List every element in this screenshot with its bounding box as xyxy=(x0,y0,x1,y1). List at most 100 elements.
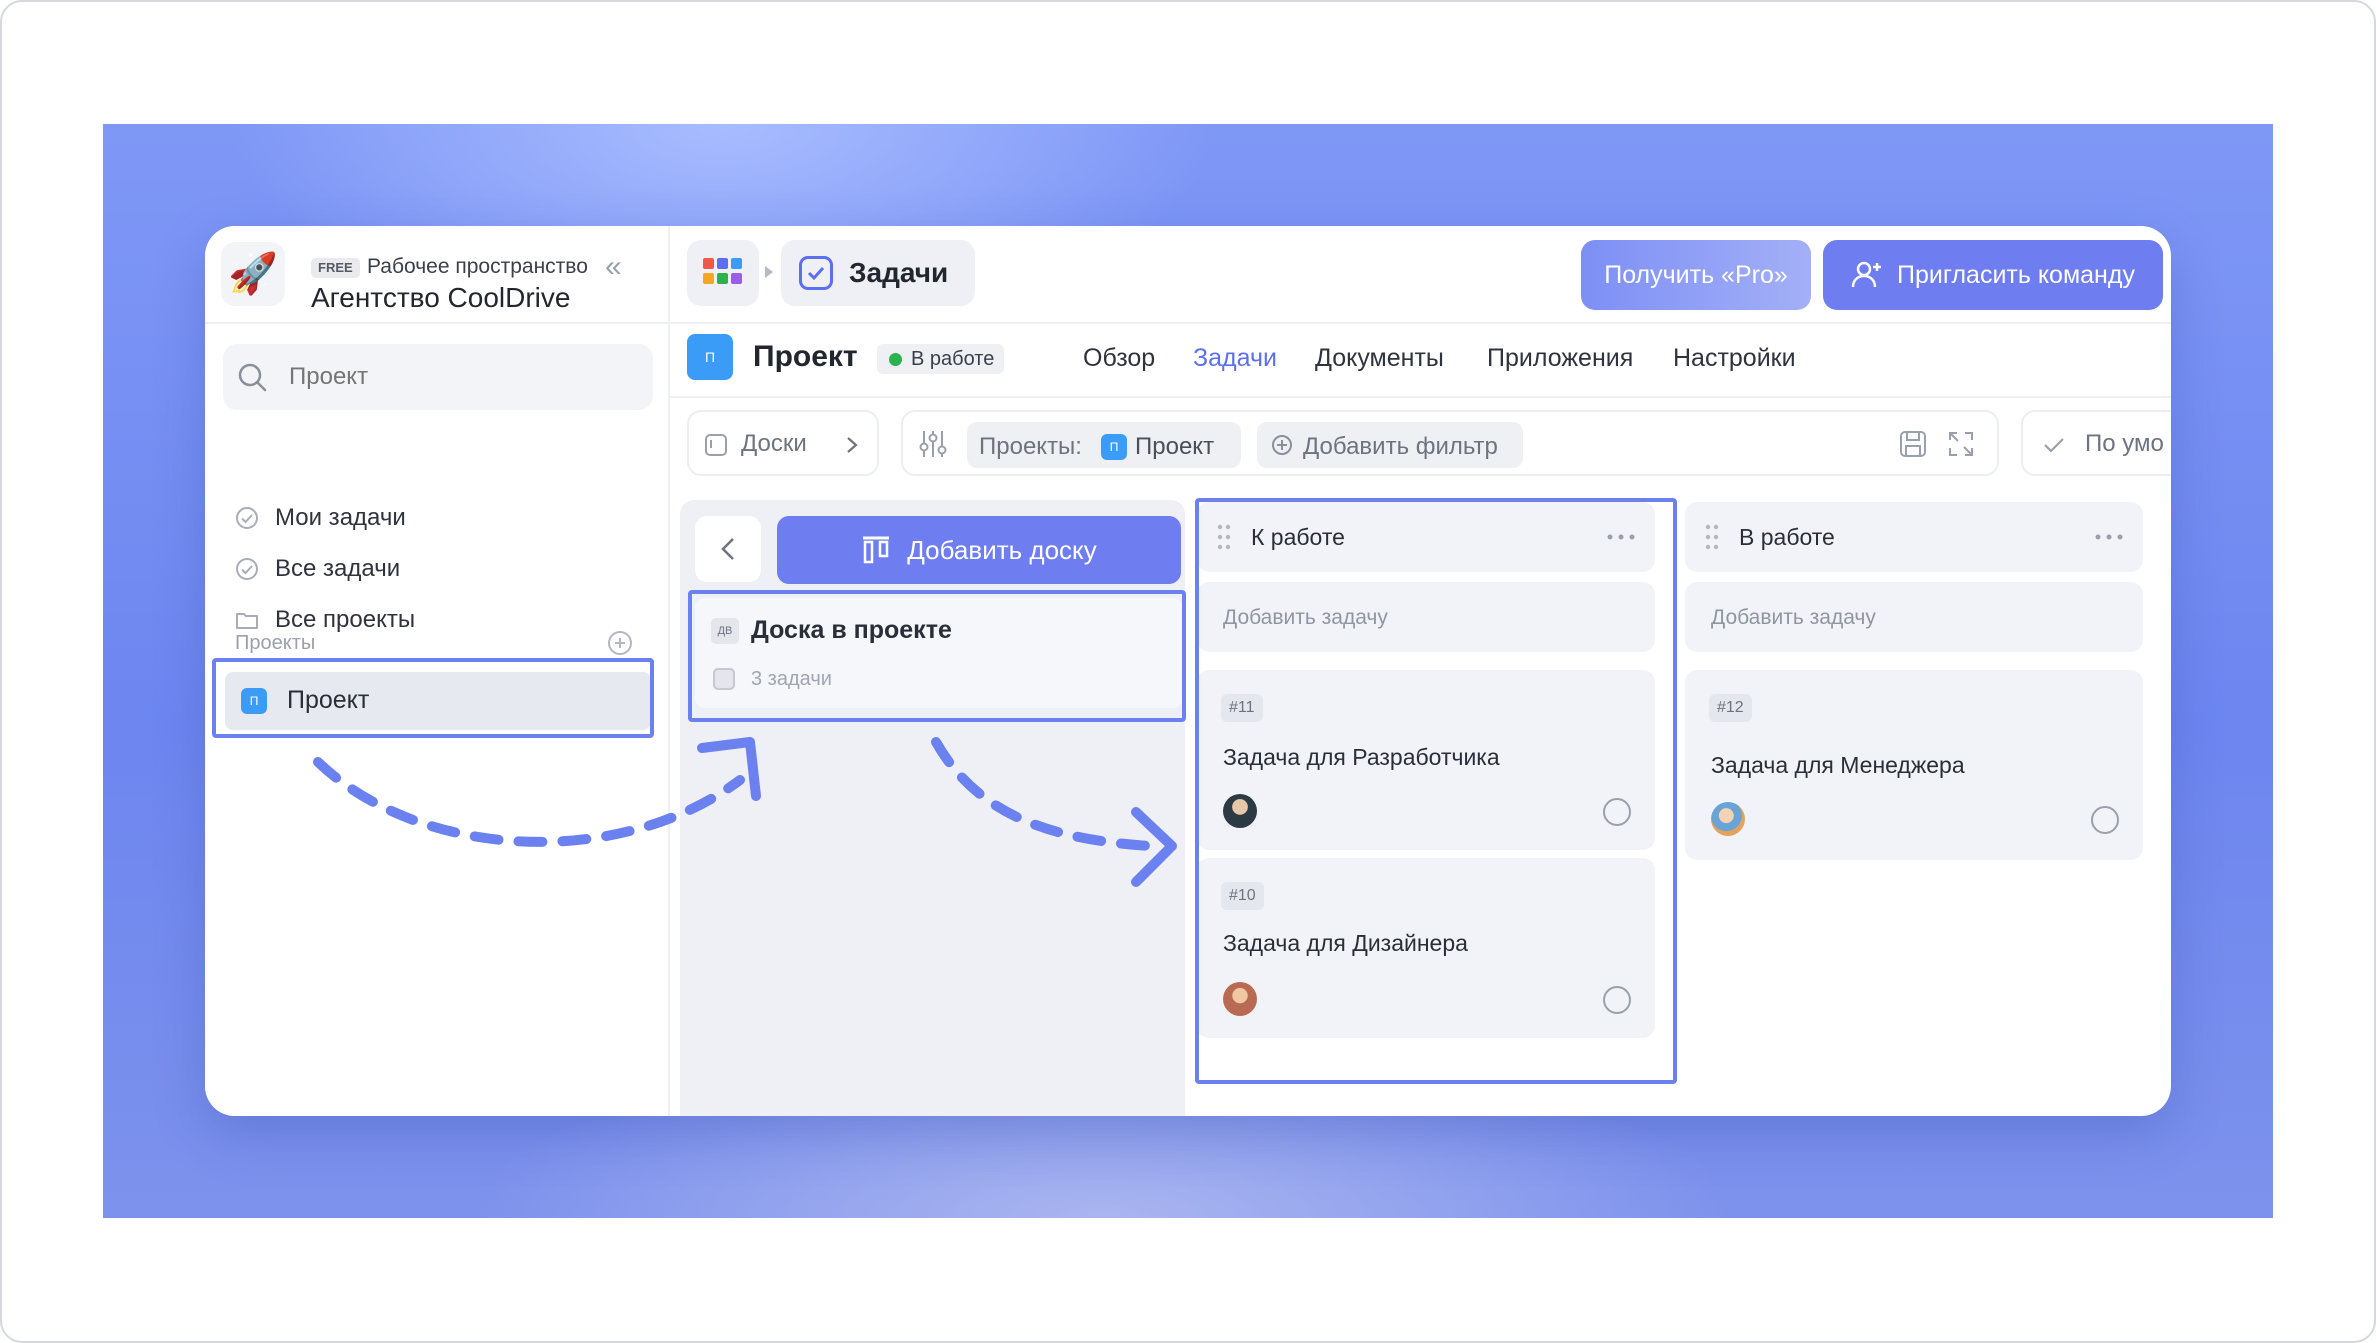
add-filter-button[interactable]: Добавить фильтр xyxy=(1257,422,1523,468)
sidebar: 🚀 FREE Рабочее пространство Агентство Co… xyxy=(205,226,670,1116)
folder-icon xyxy=(236,613,258,629)
project-label: Проект xyxy=(287,686,370,714)
drag-handle-icon[interactable] xyxy=(1705,524,1719,550)
invite-team-button[interactable]: Пригласить команду xyxy=(1823,240,2163,310)
board-card[interactable]: ДВ Доска в проекте 3 задачи xyxy=(695,598,1183,708)
breadcrumb-separator-icon xyxy=(765,266,773,278)
get-pro-button[interactable]: Получить «Pro» xyxy=(1581,240,1811,310)
board-icon xyxy=(705,434,727,456)
boards-panel xyxy=(680,500,1185,1116)
column-title: В работе xyxy=(1739,524,1835,550)
status-badge[interactable]: В работе xyxy=(877,344,1005,374)
plan-badge: FREE xyxy=(311,258,360,278)
filter-value: Проект xyxy=(1135,433,1215,460)
workspace-name: Агентство CoolDrive xyxy=(311,282,571,313)
header-divider xyxy=(670,396,2171,398)
projects-section-label: Проекты xyxy=(235,632,316,654)
board-title: Доска в проекте xyxy=(751,616,952,644)
task-card[interactable]: #12 Задача для Менеджера xyxy=(1685,670,2143,860)
drag-handle-icon[interactable] xyxy=(1217,524,1231,550)
complete-task-toggle[interactable] xyxy=(1603,986,1631,1014)
sidebar-item-all-tasks[interactable]: Все задачи xyxy=(235,549,400,589)
column-header-in-progress[interactable]: В работе xyxy=(1685,502,2143,572)
more-options-icon[interactable] xyxy=(2095,534,2123,540)
chevron-left-icon xyxy=(721,538,734,560)
grid-apps-icon xyxy=(703,258,742,284)
app-window: 🚀 FREE Рабочее пространство Агентство Co… xyxy=(205,226,2171,1116)
sidebar-item-label: Все задачи xyxy=(275,555,401,582)
tab-tasks[interactable]: Задачи xyxy=(1193,344,1277,373)
tab-documents[interactable]: Документы xyxy=(1315,344,1444,373)
filter-bar: Проекты: П Проект Добавить фильтр xyxy=(901,410,1999,476)
sidebar-item-my-tasks[interactable]: Мои задачи xyxy=(235,498,406,538)
add-task-button[interactable]: Добавить задачу xyxy=(1685,582,2143,652)
filter-prefix: Проекты: xyxy=(979,433,1082,460)
rocket-logo-icon: 🚀 xyxy=(221,242,285,306)
topbar-divider xyxy=(670,322,2171,324)
check-icon xyxy=(2044,438,2064,453)
task-card[interactable]: #11 Задача для Разработчика xyxy=(1197,670,1655,850)
plus-circle-icon xyxy=(1272,435,1292,455)
tab-overview[interactable]: Обзор xyxy=(1083,344,1155,373)
add-board-button[interactable]: Добавить доску xyxy=(777,516,1181,584)
add-board-label: Добавить доску xyxy=(907,534,1097,565)
task-title: Задача для Дизайнера xyxy=(1223,930,1468,956)
avatar[interactable] xyxy=(1223,794,1257,828)
task-title: Задача для Менеджера xyxy=(1711,752,1965,778)
workspace-subtitle: Рабочее пространство xyxy=(367,255,588,278)
tab-apps[interactable]: Приложения xyxy=(1487,344,1633,373)
project-filter-chip[interactable]: Проекты: П Проект xyxy=(967,422,1241,468)
add-task-label: Добавить задачу xyxy=(1223,606,1388,629)
column-title: К работе xyxy=(1251,524,1345,550)
task-number: #11 xyxy=(1221,694,1263,722)
sidebar-item-label: Все проекты xyxy=(275,606,416,633)
task-card[interactable]: #10 Задача для Дизайнера xyxy=(1197,858,1655,1038)
board-add-icon xyxy=(863,536,890,564)
complete-task-toggle[interactable] xyxy=(1603,798,1631,826)
board-badge: ДВ xyxy=(711,618,739,644)
check-circle-icon xyxy=(236,507,258,529)
invite-team-label: Пригласить команду xyxy=(1897,260,2135,289)
add-user-icon xyxy=(1851,261,1882,288)
save-icon[interactable] xyxy=(1899,430,1927,458)
workspace-switcher[interactable]: 🚀 FREE Рабочее пространство Агентство Co… xyxy=(217,238,657,313)
tab-tasks-module[interactable]: Задачи xyxy=(781,240,975,306)
boards-label: Доски xyxy=(741,430,807,457)
task-count-icon xyxy=(713,668,735,690)
add-project-icon[interactable] xyxy=(607,630,633,656)
sort-label: По умо xyxy=(2085,430,2164,457)
task-number: #12 xyxy=(1709,694,1752,722)
add-task-label: Добавить задачу xyxy=(1711,606,1876,629)
checkbox-tasks-icon xyxy=(799,256,833,290)
more-options-icon[interactable] xyxy=(1607,534,1635,540)
sidebar-divider xyxy=(205,322,670,324)
avatar[interactable] xyxy=(1711,802,1745,836)
add-task-button[interactable]: Добавить задачу xyxy=(1197,582,1655,652)
avatar[interactable] xyxy=(1223,982,1257,1016)
tasks-module-label: Задачи xyxy=(849,257,949,288)
search-input[interactable] xyxy=(289,356,629,398)
filter-project-badge: П xyxy=(1101,434,1127,460)
sort-dropdown[interactable]: По умо xyxy=(2021,410,2171,476)
task-title: Задача для Разработчика xyxy=(1223,744,1500,770)
apps-menu-button[interactable] xyxy=(687,240,759,306)
back-button[interactable] xyxy=(695,516,761,582)
project-header-badge: П xyxy=(687,334,733,380)
sidebar-item-project[interactable]: П Проект xyxy=(225,672,651,730)
project-title: Проект xyxy=(753,340,858,373)
column-header-todo[interactable]: К работе xyxy=(1197,502,1655,572)
expand-icon[interactable] xyxy=(1947,430,1975,458)
sidebar-item-label: Мои задачи xyxy=(275,504,406,531)
chevron-right-icon xyxy=(847,437,858,453)
project-badge: П xyxy=(241,688,267,714)
boards-toggle[interactable]: Доски xyxy=(687,410,879,476)
search-icon xyxy=(238,363,267,392)
sidebar-search xyxy=(223,344,653,410)
complete-task-toggle[interactable] xyxy=(2091,806,2119,834)
collapse-sidebar-icon[interactable]: « xyxy=(605,252,622,282)
board-task-count: 3 задачи xyxy=(751,668,832,690)
tab-settings[interactable]: Настройки xyxy=(1673,344,1796,373)
filter-sliders-icon[interactable] xyxy=(917,428,949,460)
check-circle-icon xyxy=(236,558,258,580)
add-filter-label: Добавить фильтр xyxy=(1303,433,1498,460)
